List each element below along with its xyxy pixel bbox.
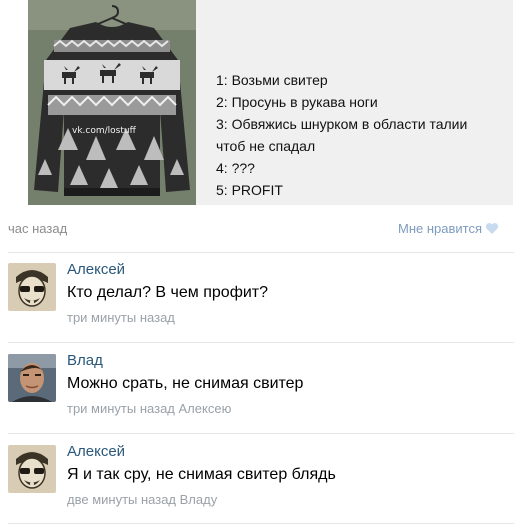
steps-list: 1: Возьми свитер 2: Просунь в рукава ног… bbox=[216, 69, 467, 201]
reply-to-link[interactable]: Владу bbox=[180, 492, 218, 507]
comment-author[interactable]: Алексей bbox=[67, 261, 125, 278]
step-line: 3: Обвяжись шнурком в области талии bbox=[216, 116, 468, 132]
comment-item: Алексей Кто делал? В чем профит? три мин… bbox=[0, 253, 519, 335]
divider bbox=[8, 523, 514, 524]
step-line: 4: ??? bbox=[216, 160, 255, 176]
comment-text: Я и так сру, не снимая свитер блядь bbox=[67, 466, 336, 483]
comment-author[interactable]: Влад bbox=[67, 352, 103, 369]
comment-time: три минуты назад Алексею bbox=[67, 401, 231, 416]
heart-icon bbox=[485, 222, 499, 238]
comment-item: Влад Можно срать, не снимая свитер три м… bbox=[0, 344, 519, 426]
sweater-photo[interactable]: vk.com/lostuff bbox=[28, 0, 196, 205]
post-meta: час назад Мне нравится bbox=[0, 214, 519, 242]
comment-item: Алексей Я и так сру, не снимая свитер бл… bbox=[0, 435, 519, 517]
post-card: vk.com/lostuff 1: Возьми свитер 2: Просу… bbox=[28, 0, 513, 205]
step-line: 5: PROFIT bbox=[216, 182, 283, 198]
photo-avatar[interactable] bbox=[8, 354, 56, 402]
post-time[interactable]: час назад bbox=[8, 221, 67, 236]
sketch-face-avatar[interactable] bbox=[8, 445, 56, 493]
step-line: 2: Просунь в рукава ноги bbox=[216, 94, 378, 110]
comment-time-text[interactable]: две минуты назад bbox=[67, 492, 176, 507]
comment-time-text[interactable]: три минуты назад bbox=[67, 310, 175, 325]
sketch-face-avatar[interactable] bbox=[8, 263, 56, 311]
like-label: Мне нравится bbox=[397, 221, 482, 236]
watermark-text: vk.com/lostuff bbox=[72, 126, 136, 136]
comment-text: Можно срать, не снимая свитер bbox=[67, 375, 304, 392]
comment-text: Кто делал? В чем профит? bbox=[67, 284, 269, 301]
comment-time: две минуты назад Владу bbox=[67, 492, 217, 507]
divider bbox=[8, 433, 514, 434]
divider bbox=[8, 342, 514, 343]
comment-time: три минуты назад bbox=[67, 310, 175, 325]
comment-author[interactable]: Алексей bbox=[67, 443, 125, 460]
step-line: 1: Возьми свитер bbox=[216, 72, 328, 88]
sweater-image bbox=[28, 0, 196, 205]
reply-to-link[interactable]: Алексею bbox=[179, 401, 232, 416]
like-button[interactable]: Мне нравится bbox=[398, 221, 499, 238]
comment-time-text[interactable]: три минуты назад bbox=[67, 401, 175, 416]
step-line: чтоб не спадал bbox=[216, 138, 316, 154]
